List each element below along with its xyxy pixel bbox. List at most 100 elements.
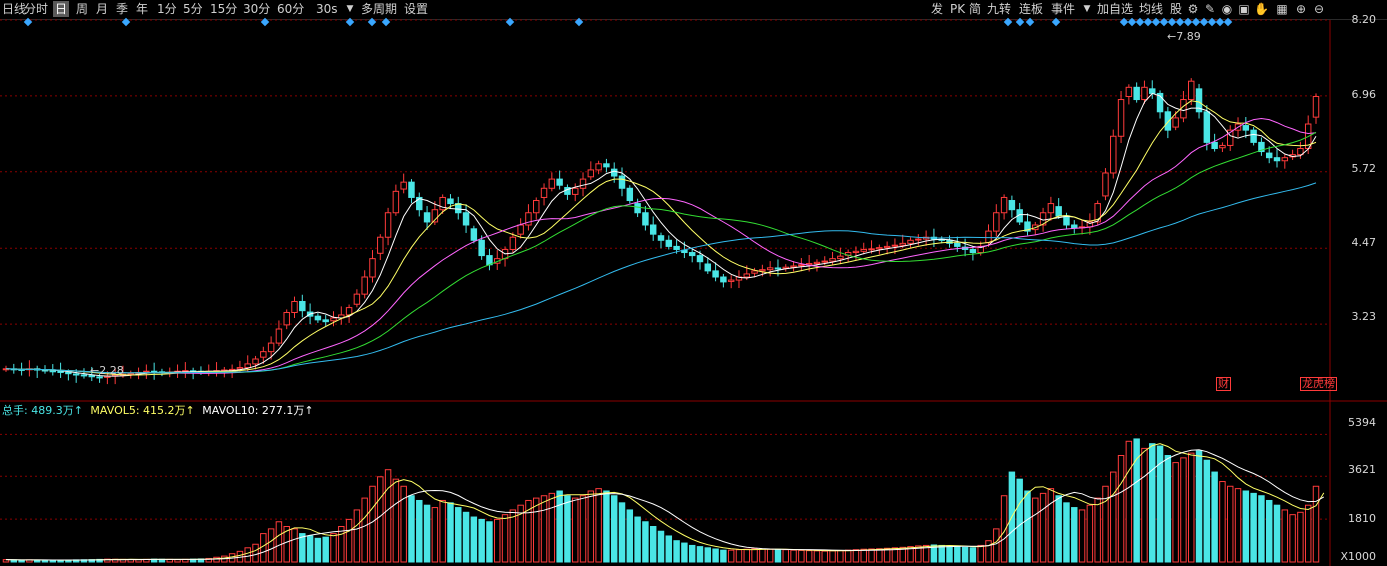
candle-body [57, 370, 64, 373]
volume-bar [1024, 490, 1031, 563]
volume-bar [1094, 497, 1101, 563]
volume-bar [712, 548, 719, 563]
volume-bar [688, 544, 696, 563]
volume-bar [1226, 485, 1234, 563]
candle-body [1203, 111, 1211, 143]
candle-body [470, 228, 478, 241]
volume-bar [1125, 440, 1133, 563]
volume-bar [642, 521, 649, 563]
volume-bar [1211, 471, 1218, 563]
volume-bar [571, 497, 579, 563]
volume-bar [1304, 504, 1312, 563]
volume-bar [267, 528, 275, 563]
candle-body [634, 203, 641, 214]
volume-bar [743, 548, 751, 563]
candle-body [1219, 144, 1226, 149]
volume-bar [813, 550, 821, 563]
volume-bar [1234, 488, 1242, 563]
event-marker-icon [1015, 17, 1025, 27]
volume-bar [852, 549, 860, 563]
volume-bar [860, 548, 867, 563]
event-marker-icon [1119, 17, 1129, 27]
volume-bar [1039, 492, 1047, 563]
volume-bar [252, 543, 259, 563]
candle-body [1071, 224, 1078, 229]
volume-unit-label: X1000 [1340, 550, 1376, 563]
volume-bar [1016, 478, 1023, 563]
volume-bar [868, 548, 875, 563]
volume-bar [805, 550, 813, 563]
candle-body [618, 175, 626, 189]
event-marker-icon [1159, 17, 1169, 27]
candle-body [642, 212, 649, 226]
candle-body [1149, 88, 1156, 94]
event-marker-icon [1051, 17, 1061, 27]
volume-bar [501, 514, 509, 563]
volume-bar [455, 507, 462, 563]
volume-bar [821, 550, 828, 563]
volume-bar [587, 490, 595, 563]
candle-body [868, 248, 875, 251]
candle-body [571, 187, 579, 195]
volume-bar [946, 545, 953, 563]
candle-body [1188, 80, 1195, 101]
candle-body [1172, 117, 1179, 128]
event-marker-icon [505, 17, 515, 27]
candle-body [252, 358, 259, 365]
event-marker-icon [1167, 17, 1177, 27]
price-tick-label: 4.47 [1351, 236, 1377, 249]
kline-chart[interactable] [0, 0, 1387, 566]
volume-bar [1297, 511, 1304, 563]
candle-body [993, 212, 1000, 232]
volume-bar [556, 490, 563, 563]
candle-body [283, 311, 290, 326]
volume-bar [1149, 443, 1156, 563]
candle-body [696, 255, 704, 263]
volume-bar [759, 548, 766, 563]
volume-bar [696, 546, 704, 563]
volume-bar [1258, 495, 1265, 563]
candle-body [829, 258, 836, 262]
candle-body [353, 293, 361, 305]
volume-bar [766, 548, 774, 563]
volume-bar [439, 499, 446, 563]
candle-body [369, 258, 376, 278]
event-marker-icon [1135, 17, 1145, 27]
candle-body [1265, 152, 1273, 159]
volume-bar [1188, 452, 1195, 563]
volume-bar [470, 516, 478, 563]
volume-bar [751, 548, 758, 563]
candle-body [1008, 200, 1016, 211]
volume-bar [314, 537, 322, 563]
volume-bar [486, 521, 493, 563]
volume-bar [720, 549, 727, 563]
volume-bar [275, 521, 283, 563]
candle-body [837, 255, 844, 260]
candle-body [49, 370, 57, 373]
finance-tag[interactable]: 财 [1216, 377, 1231, 391]
candle-body [626, 187, 634, 202]
volume-bar [1164, 455, 1172, 563]
candle-body [1242, 125, 1250, 131]
candle-body [548, 178, 556, 189]
volume-bar [657, 530, 665, 563]
candle-body [1125, 86, 1133, 97]
candle-body [985, 230, 992, 244]
candle-body [299, 300, 306, 312]
candle-body [314, 315, 322, 321]
candle-body [1312, 95, 1320, 118]
volume-bar [1141, 447, 1148, 563]
candle-body [751, 270, 758, 274]
candle-body [759, 269, 766, 272]
list-tag[interactable]: 龙虎榜 [1300, 377, 1337, 391]
candle-body [907, 239, 914, 244]
candle-body [377, 236, 384, 254]
volume-bar [610, 495, 618, 563]
volume-bar [1180, 457, 1187, 563]
candle-body [462, 212, 470, 226]
candle-body [330, 317, 337, 322]
candle-body [1047, 203, 1055, 214]
candle-body [400, 181, 407, 190]
volume-bar [1242, 490, 1250, 563]
volume-bar [392, 478, 400, 563]
